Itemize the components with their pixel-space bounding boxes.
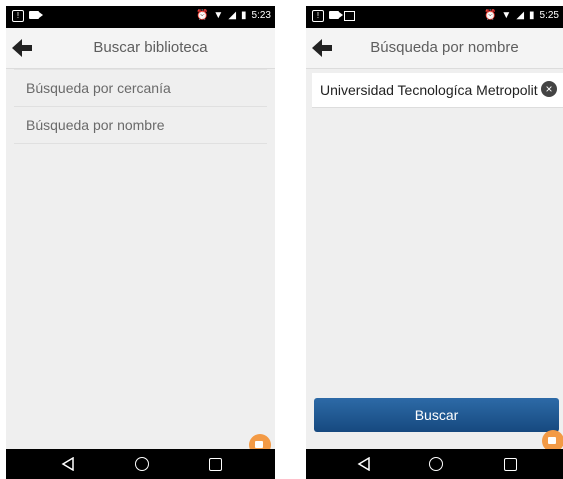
back-arrow-icon[interactable] bbox=[10, 36, 34, 60]
android-nav-bar bbox=[306, 449, 563, 479]
wifi-icon: ▼ bbox=[501, 10, 512, 21]
page-title: Buscar biblioteca bbox=[93, 39, 208, 56]
nav-back-icon[interactable] bbox=[357, 457, 371, 471]
status-bar: ! ⏰ ▼ ◢ ▮ 5:25 bbox=[306, 6, 563, 28]
nav-home-icon[interactable] bbox=[429, 457, 443, 471]
search-input[interactable]: Universidad Tecnologíca Metropolitana × bbox=[312, 73, 563, 108]
signal-icon: ◢ bbox=[516, 10, 525, 21]
option-search-nearby[interactable]: Búsqueda por cercanía bbox=[14, 69, 267, 107]
alarm-icon: ⏰ bbox=[483, 10, 497, 21]
search-options-list: Búsqueda por cercanía Búsqueda por nombr… bbox=[6, 69, 275, 425]
alarm-icon: ⏰ bbox=[195, 10, 209, 21]
search-input-value[interactable]: Universidad Tecnologíca Metropolitana bbox=[320, 82, 538, 98]
android-nav-bar bbox=[6, 449, 275, 479]
status-bar: ! ⏰ ▼ ◢ ▮ 5:23 bbox=[6, 6, 275, 28]
app-bar: Buscar biblioteca bbox=[6, 28, 275, 69]
screen-busqueda-por-nombre: ! ⏰ ▼ ◢ ▮ 5:25 Búsqueda por nombre Unive… bbox=[306, 6, 563, 479]
status-time: 5:25 bbox=[539, 10, 559, 21]
nav-back-icon[interactable] bbox=[61, 457, 75, 471]
nav-recents-icon[interactable] bbox=[209, 458, 222, 471]
page-title: Búsqueda por nombre bbox=[370, 39, 519, 56]
camera-icon bbox=[29, 11, 43, 19]
image-icon bbox=[344, 11, 355, 21]
alert-icon: ! bbox=[12, 10, 24, 22]
battery-icon: ▮ bbox=[529, 10, 535, 21]
close-circle-icon[interactable]: × bbox=[541, 81, 557, 97]
back-arrow-icon[interactable] bbox=[310, 36, 334, 60]
signal-icon: ◢ bbox=[228, 10, 237, 21]
app-bar: Búsqueda por nombre bbox=[306, 28, 563, 69]
camera-icon bbox=[329, 11, 343, 19]
alert-icon: ! bbox=[312, 10, 324, 22]
search-button[interactable]: Buscar bbox=[314, 398, 559, 432]
status-time: 5:23 bbox=[251, 10, 271, 21]
nav-recents-icon[interactable] bbox=[504, 458, 517, 471]
battery-icon: ▮ bbox=[241, 10, 247, 21]
nav-home-icon[interactable] bbox=[135, 457, 149, 471]
screen-buscar-biblioteca: ! ⏰ ▼ ◢ ▮ 5:23 Buscar biblioteca Búsqued… bbox=[6, 6, 275, 479]
wifi-icon: ▼ bbox=[213, 10, 224, 21]
option-search-by-name[interactable]: Búsqueda por nombre bbox=[14, 107, 267, 144]
